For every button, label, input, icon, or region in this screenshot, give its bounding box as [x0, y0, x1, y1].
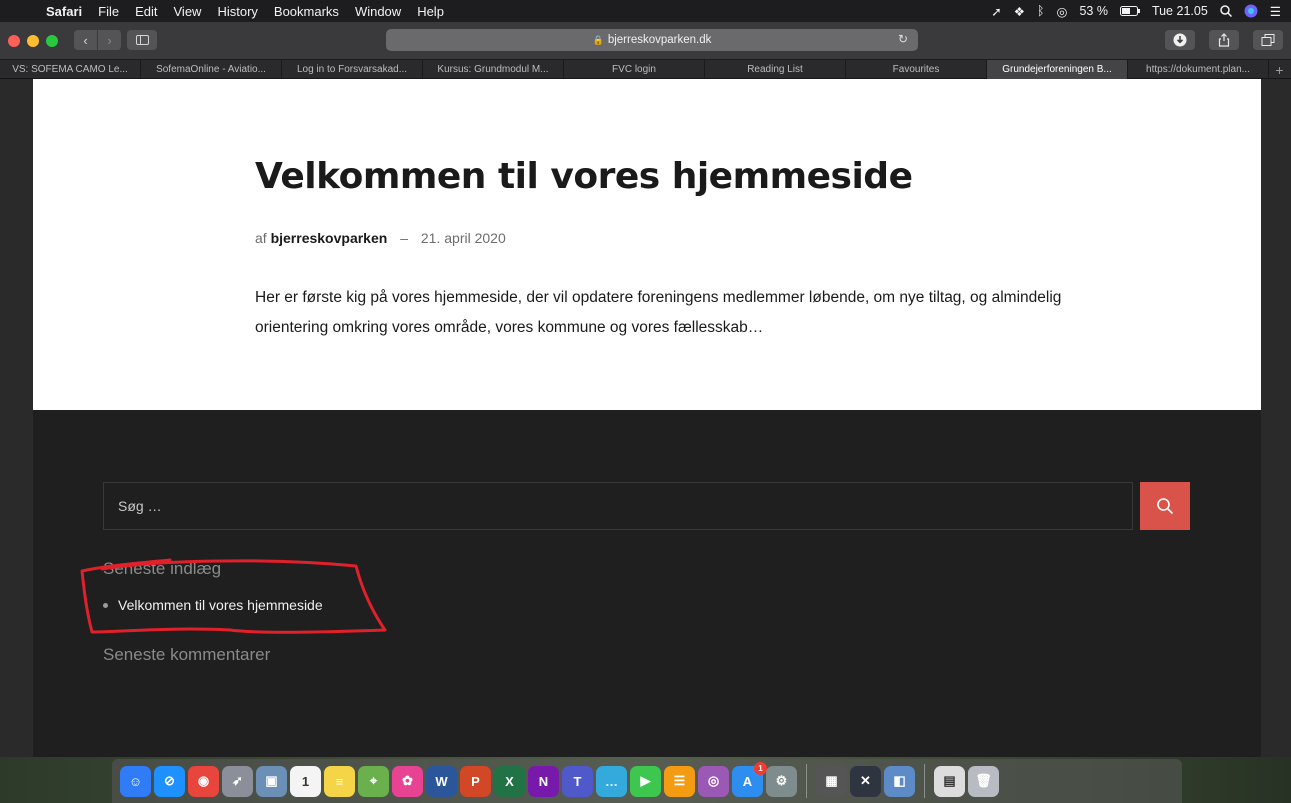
menu-bookmarks[interactable]: Bookmarks: [266, 4, 347, 19]
recent-comments-heading: Seneste kommentarer: [103, 645, 271, 664]
tab-overview-button[interactable]: [1253, 30, 1283, 50]
menu-window[interactable]: Window: [347, 4, 409, 19]
tab-reading-list[interactable]: Reading List: [705, 60, 846, 79]
battery-percentage[interactable]: 53 %: [1079, 4, 1108, 18]
downloads-button[interactable]: [1165, 30, 1195, 50]
bluetooth-icon[interactable]: ᛒ: [1037, 4, 1045, 18]
menu-safari[interactable]: Safari: [38, 4, 90, 19]
photos-icon[interactable]: ✿: [392, 765, 423, 797]
lock-icon: 🔒: [592, 34, 604, 45]
calendar-icon[interactable]: 1: [290, 765, 321, 797]
menu-history[interactable]: History: [209, 4, 265, 19]
siri-icon[interactable]: [1244, 4, 1258, 18]
forward-button[interactable]: ›: [98, 30, 122, 50]
books-icon[interactable]: ☰: [664, 765, 695, 797]
article-title[interactable]: Velkommen til vores hjemmeside: [255, 156, 913, 197]
tab-grundejerforeningen[interactable]: Grundejerforeningen B...: [987, 60, 1128, 79]
finder-icon[interactable]: ☺: [120, 765, 151, 797]
recent-post-link[interactable]: Velkommen til vores hjemmeside: [103, 597, 323, 613]
chrome-icon[interactable]: ◉: [188, 765, 219, 797]
dropbox-icon[interactable]: ❖: [1014, 4, 1025, 19]
maps-icon[interactable]: ⌖: [358, 765, 389, 797]
navigation-buttons: ‹ ›: [74, 30, 122, 50]
excel-icon[interactable]: X: [494, 765, 525, 797]
safari-toolbar: ‹ › 🔒 bjerreskovparken.dk ↻: [0, 22, 1291, 60]
tab-forsvarsakademiet[interactable]: Log in to Forsvarsakad...: [282, 60, 423, 79]
toolbar-right-buttons: [1165, 30, 1283, 50]
vpn-icon[interactable]: ◎: [1057, 4, 1068, 19]
tab-sofema-camo[interactable]: VS: SOFEMA CAMO Le...: [0, 60, 141, 79]
recent-posts-list: Velkommen til vores hjemmeside: [103, 597, 323, 613]
trash-icon[interactable]: 🗑: [968, 765, 999, 797]
close-window-button[interactable]: [8, 35, 20, 47]
podcasts-icon[interactable]: ◎: [698, 765, 729, 797]
article-date-link[interactable]: 21. april 2020: [421, 230, 506, 246]
page-margin-left: [0, 79, 33, 757]
zoom-window-button[interactable]: [46, 35, 58, 47]
facetime-icon[interactable]: ▶: [630, 765, 661, 797]
site-footer: Seneste indlæg Velkommen til vores hjemm…: [33, 410, 1261, 757]
teams-icon[interactable]: T: [562, 765, 593, 797]
system-preferences-icon[interactable]: ⚙: [766, 765, 797, 797]
tab-fvc-login[interactable]: FVC login: [564, 60, 705, 79]
article-meta: af bjerreskovparken – 21. april 2020: [255, 230, 506, 246]
calculator-icon[interactable]: ▦: [816, 765, 847, 797]
menu-bar: Safari File Edit View History Bookmarks …: [0, 0, 1291, 22]
search-input[interactable]: [104, 483, 1132, 529]
article-body: Her er første kig på vores hjemmeside, d…: [255, 289, 1062, 336]
page-margin-right: [1261, 79, 1291, 757]
menu-help[interactable]: Help: [409, 4, 452, 19]
new-tab-button[interactable]: +: [1269, 60, 1290, 79]
messages-icon[interactable]: …: [596, 765, 627, 797]
document-icon[interactable]: ▤: [934, 765, 965, 797]
tab-bar: VS: SOFEMA CAMO Le... SofemaOnline - Avi…: [0, 60, 1291, 79]
dock-divider: [924, 764, 925, 798]
byline-prefix: af: [255, 230, 267, 246]
article-card: Velkommen til vores hjemmeside af bjerre…: [33, 79, 1261, 410]
menu-file[interactable]: File: [90, 4, 127, 19]
tab-kursus-grundmodul[interactable]: Kursus: Grundmodul M...: [423, 60, 564, 79]
app-store-icon[interactable]: A1: [732, 761, 767, 797]
menu-edit[interactable]: Edit: [127, 4, 165, 19]
sidebar-toggle-button[interactable]: [127, 30, 157, 50]
onenote-icon[interactable]: N: [528, 765, 559, 797]
reload-icon[interactable]: ↻: [898, 32, 908, 46]
share-button[interactable]: [1209, 30, 1239, 50]
sidebar-icon: [135, 35, 149, 45]
x-app-icon[interactable]: ✕: [850, 765, 881, 797]
address-bar[interactable]: 🔒 bjerreskovparken.dk ↻: [386, 29, 918, 51]
notes-icon[interactable]: ≡: [324, 765, 355, 797]
safari-icon[interactable]: ⊘: [154, 765, 185, 797]
tab-sofemaonline[interactable]: SofemaOnline - Aviatio...: [141, 60, 282, 79]
window-controls: [8, 35, 58, 47]
spotlight-icon[interactable]: [1220, 5, 1232, 17]
menu-view[interactable]: View: [166, 4, 210, 19]
tab-favourites[interactable]: Favourites: [846, 60, 987, 79]
battery-icon[interactable]: [1119, 6, 1140, 16]
dock: ☺ ⊘ ◉ ➶ ▣ 1 ≡ ⌖ ✿ W P X N T… ▶ ☰ ◎ A 1 ⚙ ▦ ✕ ◧ ▤ 🗑: [112, 759, 1182, 803]
byline-separator: –: [400, 230, 408, 246]
status-menus: ➚ ❖ ᛒ ◎ 53 % Tue 21.05 ☰: [991, 0, 1281, 22]
notification-center-icon[interactable]: ☰: [1270, 4, 1281, 19]
article-author-link[interactable]: bjerreskovparken: [271, 230, 388, 246]
location-arrow-icon[interactable]: ➚: [991, 4, 1001, 19]
address-bar-url: bjerreskovparken.dk: [607, 34, 712, 46]
launchpad-icon[interactable]: ➶: [222, 765, 253, 797]
minimize-window-button[interactable]: [27, 35, 39, 47]
tab-dokument-plan[interactable]: https://dokument.plan...: [1128, 60, 1269, 79]
preview-icon[interactable]: ◧: [884, 765, 915, 797]
menubar-clock[interactable]: Tue 21.05: [1152, 4, 1208, 18]
dock-divider: [806, 764, 807, 798]
search-field[interactable]: [103, 482, 1133, 530]
recent-posts-heading: Seneste indlæg: [103, 559, 222, 578]
preview-photo-icon[interactable]: ▣: [256, 765, 287, 797]
web-viewport: Velkommen til vores hjemmeside af bjerre…: [0, 79, 1291, 757]
word-icon[interactable]: W: [426, 765, 457, 797]
search-icon: [1157, 498, 1174, 515]
search-button[interactable]: [1140, 482, 1190, 530]
powerpoint-icon[interactable]: P: [460, 765, 491, 797]
back-button[interactable]: ‹: [74, 30, 98, 50]
